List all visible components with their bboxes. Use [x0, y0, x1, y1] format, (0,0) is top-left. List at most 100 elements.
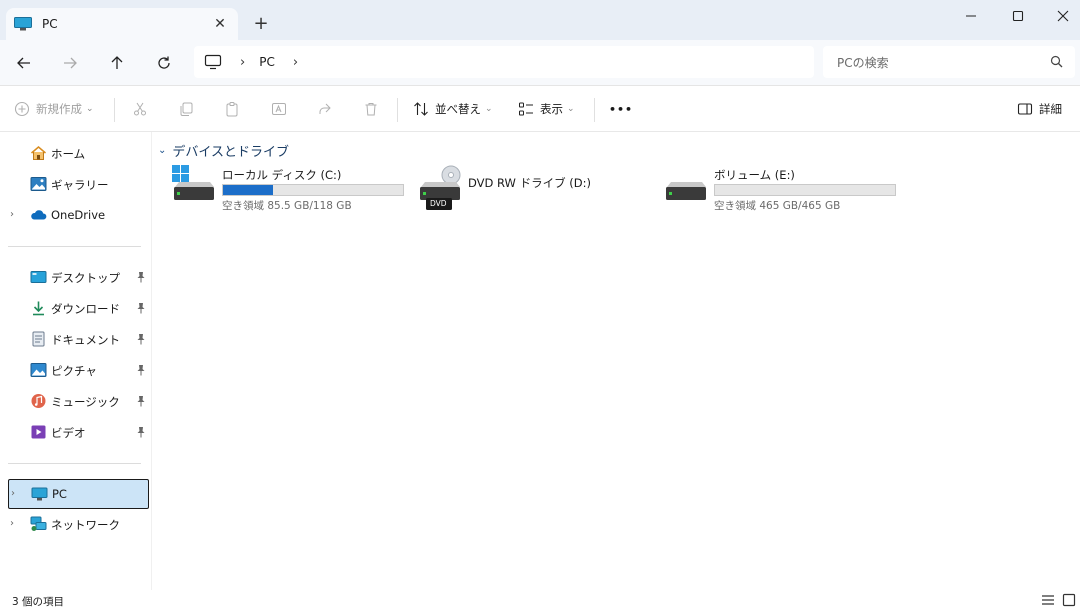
copy-icon: [180, 102, 193, 116]
cut-button[interactable]: [132, 96, 148, 122]
pin-icon[interactable]: [136, 302, 146, 314]
title-bar: PC ✕ +: [0, 0, 1080, 40]
sidebar-item-gallery[interactable]: ギャラリー: [8, 170, 149, 198]
trash-icon: [365, 103, 377, 116]
maximize-button[interactable]: [995, 0, 1041, 32]
delete-button[interactable]: [363, 96, 379, 122]
sidebar-item-label: ギャラリー: [51, 178, 109, 192]
sidebar-divider: [8, 246, 141, 247]
breadcrumb-separator[interactable]: ›: [240, 55, 245, 70]
drive-e[interactable]: ボリューム (E:) 空き領域 465 GB/465 GB: [664, 165, 904, 215]
details-pane-icon: [1017, 103, 1033, 115]
sort-button[interactable]: 並べ替え ⌄: [413, 96, 493, 122]
scissors-icon: [134, 102, 146, 116]
close-tab-button[interactable]: ✕: [210, 14, 230, 34]
maximize-icon: [1012, 10, 1024, 22]
breadcrumb-trailing-separator[interactable]: ›: [293, 55, 298, 70]
sidebar-item-onedrive[interactable]: › OneDrive: [8, 201, 149, 229]
sidebar-item-label: ドキュメント: [51, 333, 120, 347]
pin-icon[interactable]: [136, 426, 146, 438]
arrow-right-icon: [64, 57, 77, 69]
expand-chevron-icon[interactable]: ›: [10, 209, 14, 220]
desktop-icon: [30, 271, 47, 283]
sidebar-item-music[interactable]: ミュージック: [8, 387, 149, 415]
sidebar-item-label: ピクチャ: [51, 364, 97, 378]
picture-icon: [30, 363, 47, 377]
arrow-left-icon: [17, 57, 30, 69]
search-placeholder: PCの検索: [837, 55, 889, 70]
new-tab-button[interactable]: +: [250, 12, 272, 34]
network-icon: [30, 516, 47, 531]
sidebar-item-label: ホーム: [51, 147, 86, 161]
sort-icon: [414, 102, 428, 116]
pin-icon[interactable]: [136, 364, 146, 376]
details-view-icon[interactable]: [1040, 593, 1056, 607]
refresh-button[interactable]: [149, 49, 179, 77]
view-button[interactable]: 表示 ⌄: [518, 96, 575, 122]
drive-name: DVD RW ドライブ (D:): [468, 176, 591, 190]
more-options-button[interactable]: •••: [609, 96, 633, 122]
sidebar-item-documents[interactable]: ドキュメント: [8, 325, 149, 353]
item-count: 3 個の項目: [12, 596, 65, 608]
new-button[interactable]: 新規作成 ⌄: [14, 96, 94, 122]
tab-pc[interactable]: PC ✕: [6, 8, 238, 40]
chevron-down-icon: ⌄: [485, 104, 493, 114]
arrow-up-icon: [111, 56, 123, 69]
address-bar[interactable]: › PC ›: [194, 46, 814, 78]
sidebar-item-label: デスクトップ: [51, 271, 120, 285]
back-button[interactable]: [9, 49, 39, 77]
pin-icon[interactable]: [136, 333, 146, 345]
sidebar-item-label: ビデオ: [51, 426, 86, 440]
sidebar-item-videos[interactable]: ビデオ: [8, 418, 149, 446]
divider: [594, 98, 595, 122]
status-bar: 3 個の項目: [0, 590, 1080, 610]
sidebar-item-pictures[interactable]: ピクチャ: [8, 356, 149, 384]
new-button-label: 新規作成: [36, 102, 82, 116]
address-row: › PC › PCの検索: [0, 40, 1080, 86]
details-pane-button[interactable]: 詳細: [1017, 96, 1062, 122]
video-icon: [31, 425, 46, 439]
drive-usage-bar: [222, 184, 404, 196]
search-input[interactable]: PCの検索: [823, 46, 1075, 78]
drive-free-space: 空き領域 85.5 GB/118 GB: [222, 200, 352, 212]
command-bar: 新規作成 ⌄ 並べ替え ⌄ 表示 ⌄ ••• 詳細: [0, 86, 1080, 132]
sidebar-item-pc[interactable]: › PC: [8, 479, 149, 509]
tiles-view-icon[interactable]: [1061, 593, 1077, 607]
chevron-down-icon[interactable]: ⌄: [158, 145, 166, 156]
sidebar-item-downloads[interactable]: ダウンロード: [8, 294, 149, 322]
pin-icon[interactable]: [136, 395, 146, 407]
divider: [397, 98, 398, 122]
monitor-outline-icon: [204, 54, 222, 70]
paste-button[interactable]: [224, 96, 240, 122]
sidebar-item-desktop[interactable]: デスクトップ: [8, 263, 149, 291]
minimize-button[interactable]: [948, 0, 994, 32]
breadcrumb-pc[interactable]: PC: [259, 55, 275, 69]
forward-button[interactable]: [55, 49, 85, 77]
sort-button-label: 並べ替え: [435, 102, 481, 116]
expand-chevron-icon[interactable]: ›: [10, 518, 14, 529]
divider: [114, 98, 115, 122]
view-button-label: 表示: [540, 102, 563, 116]
download-icon: [33, 301, 44, 316]
drive-usage-bar: [714, 184, 896, 196]
expand-chevron-icon[interactable]: ›: [11, 488, 15, 499]
sidebar-item-label: ミュージック: [51, 395, 120, 409]
close-window-button[interactable]: [1040, 0, 1080, 32]
tab-label: PC: [42, 17, 58, 31]
group-title: デバイスとドライブ: [172, 144, 290, 160]
drive-d[interactable]: DVD DVD RW ドライブ (D:): [418, 165, 648, 215]
navigation-pane: ホーム ギャラリー › OneDrive デスクトップ ダウンロード ドキュメン…: [0, 132, 152, 590]
document-icon: [32, 331, 45, 347]
search-icon: [1050, 55, 1063, 68]
copy-button[interactable]: [178, 96, 194, 122]
monitor-icon: [31, 487, 48, 501]
share-button[interactable]: [317, 96, 333, 122]
group-header-devices[interactable]: ⌄ デバイスとドライブ: [158, 140, 289, 160]
rename-button[interactable]: [271, 96, 287, 122]
sidebar-item-label: ダウンロード: [51, 302, 120, 316]
pin-icon[interactable]: [136, 271, 146, 283]
sidebar-item-home[interactable]: ホーム: [8, 139, 149, 167]
sidebar-item-network[interactable]: › ネットワーク: [8, 510, 149, 538]
up-button[interactable]: [102, 49, 132, 77]
drive-c[interactable]: ローカル ディスク (C:) 空き領域 85.5 GB/118 GB: [172, 165, 412, 215]
